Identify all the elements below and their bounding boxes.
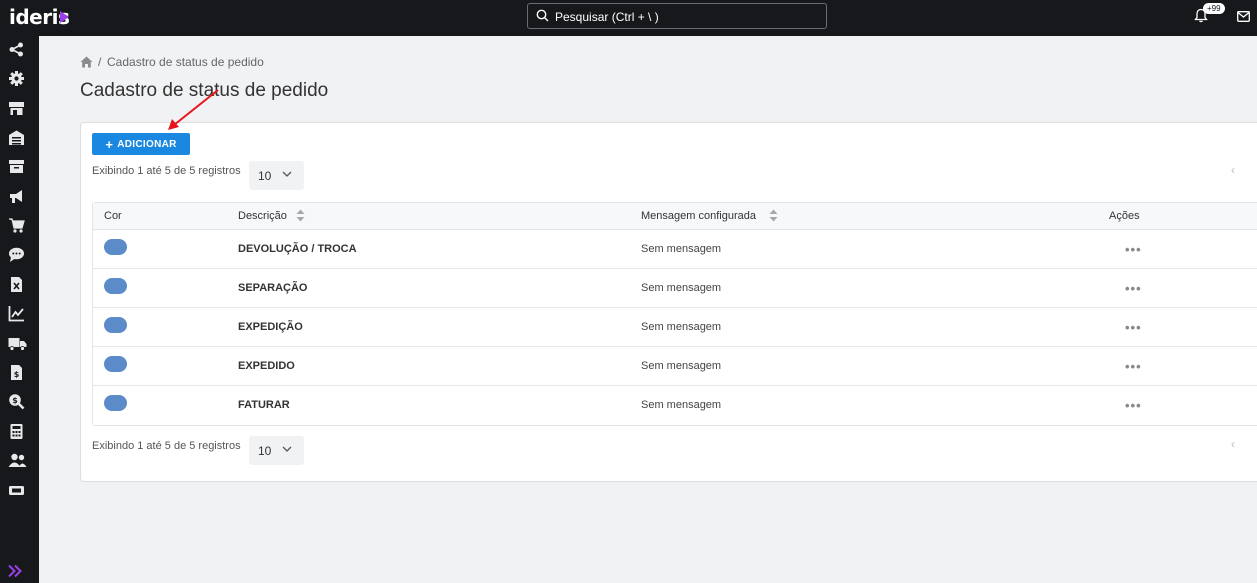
- double-chevron-right-icon[interactable]: [7, 564, 23, 578]
- status-table: Cor Descrição Mensagem configurada Ações…: [92, 202, 1257, 426]
- home-icon[interactable]: [80, 56, 93, 68]
- archive-icon[interactable]: [8, 158, 25, 175]
- share-icon[interactable]: [8, 41, 25, 58]
- logo-triangle-icon: [60, 11, 69, 23]
- ticket-icon[interactable]: [8, 482, 25, 499]
- megaphone-icon[interactable]: [8, 188, 25, 205]
- truck-icon[interactable]: [8, 335, 27, 352]
- sidebar: $ $: [0, 36, 39, 583]
- warehouse-icon[interactable]: [8, 129, 25, 146]
- row-actions-menu[interactable]: •••: [1125, 359, 1142, 374]
- add-button-label: ADICIONAR: [117, 138, 177, 150]
- table-row: FATURAR Sem mensagem •••: [93, 386, 1257, 425]
- invoice-icon[interactable]: $: [8, 364, 25, 381]
- row-actions-menu[interactable]: •••: [1125, 320, 1142, 335]
- sort-icon[interactable]: [296, 209, 305, 222]
- header-actions: Ações: [1109, 210, 1140, 222]
- status-color-swatch: [104, 356, 127, 372]
- table-row: EXPEDIDO Sem mensagem •••: [93, 347, 1257, 386]
- records-info-top: Exibindo 1 até 5 de 5 registros: [92, 165, 241, 177]
- row-description: FATURAR: [238, 399, 290, 411]
- annotation-arrow-icon: [168, 89, 219, 130]
- table-row: SEPARAÇÃO Sem mensagem •••: [93, 269, 1257, 308]
- notification-badge: +99: [1203, 3, 1225, 14]
- status-color-swatch: [104, 395, 127, 411]
- add-button[interactable]: + ADICIONAR: [92, 133, 190, 155]
- gear-icon[interactable]: [8, 70, 25, 87]
- page-size-select-bottom[interactable]: 10: [249, 436, 304, 465]
- chevron-down-icon: [282, 171, 292, 177]
- row-message: Sem mensagem: [641, 243, 722, 255]
- store-icon[interactable]: [8, 100, 25, 117]
- row-description: SEPARAÇÃO: [238, 282, 308, 294]
- pager-prev-top[interactable]: ‹: [1231, 163, 1235, 177]
- header-description[interactable]: Descrição: [238, 210, 287, 222]
- sort-icon[interactable]: [769, 209, 778, 222]
- row-message: Sem mensagem: [641, 399, 722, 411]
- search-dollar-icon[interactable]: $: [8, 393, 25, 410]
- top-bar: ideris Pesquisar (Ctrl + \ ) +99: [0, 0, 1257, 36]
- pager-prev-bottom[interactable]: ‹: [1231, 437, 1235, 451]
- chevron-down-icon: [282, 446, 292, 452]
- row-actions-menu[interactable]: •••: [1125, 281, 1142, 296]
- header-message[interactable]: Mensagem configurada: [641, 210, 756, 222]
- excel-file-icon[interactable]: [8, 276, 25, 293]
- row-description: EXPEDIDO: [238, 360, 295, 372]
- row-actions-menu[interactable]: •••: [1125, 398, 1142, 413]
- table-header: Cor Descrição Mensagem configurada Ações: [93, 203, 1257, 230]
- chart-line-icon[interactable]: [8, 305, 25, 322]
- search-placeholder: Pesquisar (Ctrl + \ ): [555, 10, 659, 24]
- breadcrumb-separator: /: [98, 55, 102, 69]
- page-size-value: 10: [258, 169, 272, 183]
- header-color: Cor: [104, 210, 122, 222]
- row-message: Sem mensagem: [641, 282, 722, 294]
- row-message: Sem mensagem: [641, 321, 722, 333]
- table-row: EXPEDIÇÃO Sem mensagem •••: [93, 308, 1257, 347]
- records-info-bottom: Exibindo 1 até 5 de 5 registros: [92, 440, 241, 452]
- breadcrumb-current: Cadastro de status de pedido: [107, 55, 264, 69]
- cart-icon[interactable]: [8, 217, 25, 234]
- table-row: DEVOLUÇÃO / TROCA Sem mensagem •••: [93, 230, 1257, 269]
- calculator-icon[interactable]: [8, 423, 25, 440]
- status-color-swatch: [104, 278, 127, 294]
- plus-icon: +: [105, 136, 114, 152]
- row-description: DEVOLUÇÃO / TROCA: [238, 243, 357, 255]
- status-color-swatch: [104, 239, 127, 255]
- row-actions-menu[interactable]: •••: [1125, 242, 1142, 257]
- search-icon: [536, 9, 549, 22]
- mail-icon[interactable]: [1237, 11, 1250, 22]
- row-description: EXPEDIÇÃO: [238, 321, 303, 333]
- status-color-swatch: [104, 317, 127, 333]
- svg-text:$: $: [12, 396, 18, 405]
- chat-icon[interactable]: [8, 246, 25, 263]
- search-input[interactable]: Pesquisar (Ctrl + \ ): [527, 3, 827, 29]
- page-size-value: 10: [258, 444, 272, 458]
- users-icon[interactable]: [8, 452, 27, 469]
- page-size-select-top[interactable]: 10: [249, 161, 304, 190]
- svg-text:$: $: [14, 370, 20, 379]
- row-message: Sem mensagem: [641, 360, 722, 372]
